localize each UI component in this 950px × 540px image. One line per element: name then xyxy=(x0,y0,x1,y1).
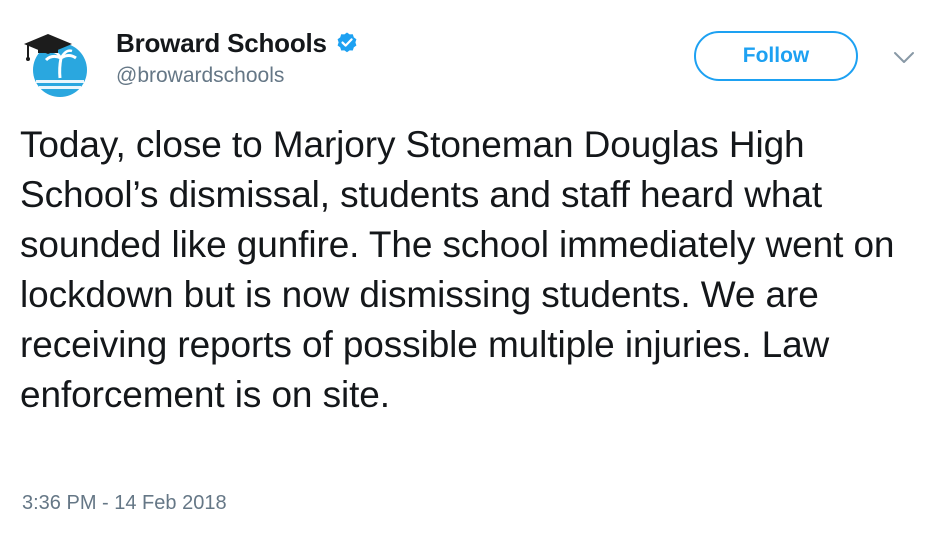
tweet-text: Today, close to Marjory Stoneman Douglas… xyxy=(20,124,895,415)
chevron-down-icon[interactable] xyxy=(893,51,915,65)
verified-badge-icon xyxy=(335,31,359,55)
author-name-row: Broward Schools xyxy=(116,26,359,60)
author-display-name[interactable]: Broward Schools xyxy=(116,28,327,59)
broward-schools-logo-icon xyxy=(24,34,87,97)
tweet-author[interactable]: Broward Schools @browardschools xyxy=(116,26,359,88)
avatar[interactable] xyxy=(22,28,94,100)
follow-button[interactable]: Follow xyxy=(694,31,858,81)
tweet-timestamp[interactable]: 3:36 PM - 14 Feb 2018 xyxy=(22,492,227,515)
author-handle[interactable]: @browardschools xyxy=(116,64,359,88)
